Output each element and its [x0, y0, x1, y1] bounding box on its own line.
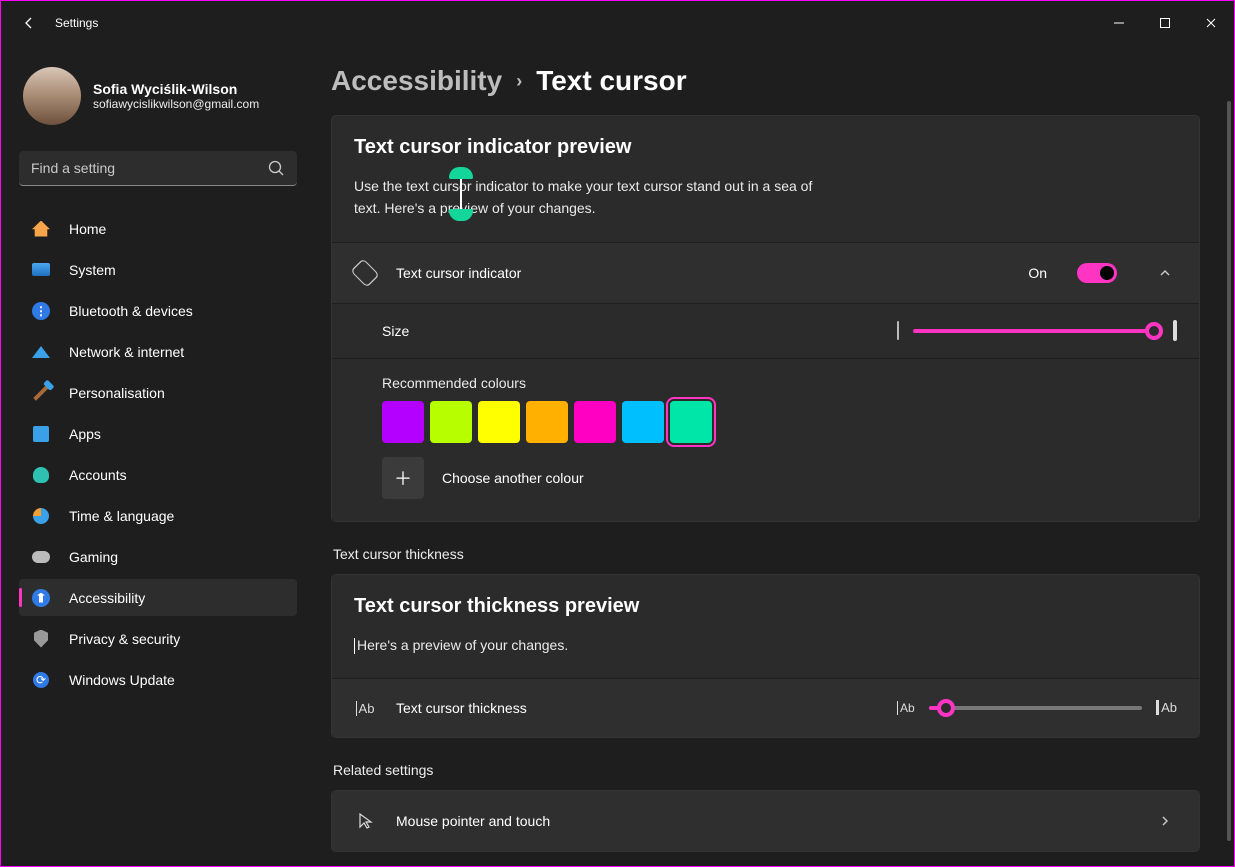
indicator-label: Text cursor indicator — [396, 265, 1008, 281]
thickness-section-title: Text cursor thickness — [333, 546, 1200, 562]
game-icon — [31, 547, 51, 567]
nav-label: Network & internet — [69, 344, 184, 360]
related-title: Related settings — [333, 762, 1200, 778]
indicator-state-text: On — [1028, 265, 1047, 281]
size-max-icon — [1173, 322, 1177, 340]
indicator-toggle-row[interactable]: Text cursor indicator On — [332, 243, 1199, 303]
search-icon — [267, 159, 285, 177]
thickness-row: Ab Text cursor thickness Ab Ab — [332, 679, 1199, 737]
minimize-button[interactable] — [1096, 8, 1142, 38]
titlebar: Settings — [1, 1, 1234, 45]
nav-label: Accessibility — [69, 590, 145, 606]
related-item-label: Mouse pointer and touch — [396, 813, 1117, 829]
choose-another-label: Choose another colour — [442, 470, 584, 486]
nav-label: Accounts — [69, 467, 127, 483]
colour-swatch[interactable] — [670, 401, 712, 443]
nav-item-network-internet[interactable]: Network & internet — [19, 333, 297, 370]
nav-item-accessibility[interactable]: Accessibility — [19, 579, 297, 616]
chevron-right-icon — [1153, 809, 1177, 833]
maximize-button[interactable] — [1142, 8, 1188, 38]
related-mouse-pointer[interactable]: Mouse pointer and touch — [332, 791, 1199, 851]
indicator-preview-card: Text cursor indicator preview Use the te… — [332, 116, 1199, 242]
colour-swatch[interactable] — [574, 401, 616, 443]
user-name: Sofia Wyciślik-Wilson — [93, 81, 259, 97]
thickness-min-icon: Ab — [897, 699, 915, 717]
thickness-slider[interactable] — [929, 706, 1142, 710]
cursor-indicator-icon — [354, 262, 376, 284]
colour-swatch[interactable] — [478, 401, 520, 443]
home-icon — [31, 219, 51, 239]
thickness-label: Text cursor thickness — [396, 700, 877, 716]
colour-swatch[interactable] — [430, 401, 472, 443]
nav-item-gaming[interactable]: Gaming — [19, 538, 297, 575]
colour-swatch[interactable] — [526, 401, 568, 443]
back-button[interactable] — [19, 13, 39, 33]
colours-label: Recommended colours — [382, 375, 1177, 391]
size-slider[interactable] — [913, 329, 1159, 333]
sidebar: Sofia Wyciślik-Wilson sofiawycislikwilso… — [1, 45, 311, 866]
colour-swatch[interactable] — [382, 401, 424, 443]
size-label: Size — [382, 323, 877, 339]
nav-item-windows-update[interactable]: Windows Update — [19, 661, 297, 698]
nav-label: Gaming — [69, 549, 118, 565]
breadcrumb: Accessibility › Text cursor — [331, 65, 1200, 97]
thickness-preview-card: Text cursor thickness preview Here's a p… — [332, 575, 1199, 678]
nav-list: Home System ⋮ Bluetooth & devices Network & … — [19, 210, 297, 698]
nav-item-time-language[interactable]: Time & language — [19, 497, 297, 534]
wifi-icon — [31, 342, 51, 362]
nav-item-system[interactable]: System — [19, 251, 297, 288]
indicator-toggle[interactable] — [1077, 263, 1117, 283]
bluetooth-icon: ⋮ — [31, 301, 51, 321]
plus-icon: ＋ — [382, 457, 424, 499]
nav-label: Privacy & security — [69, 631, 180, 647]
close-button[interactable] — [1188, 8, 1234, 38]
choose-another-colour[interactable]: ＋ Choose another colour — [382, 457, 1177, 499]
nav-label: Time & language — [69, 508, 174, 524]
indicator-preview-body: Use the text cursor indicator to make yo… — [354, 175, 814, 220]
access-icon — [31, 588, 51, 608]
thickness-preview-body: Here's a preview of your changes. — [354, 634, 814, 656]
main-content: Accessibility › Text cursor Text cursor … — [331, 65, 1206, 866]
size-min-icon — [897, 322, 899, 340]
apps-icon — [31, 424, 51, 444]
brush-icon — [31, 383, 51, 403]
thickness-icon: Ab — [354, 697, 376, 719]
window-title: Settings — [55, 16, 98, 30]
user-profile[interactable]: Sofia Wyciślik-Wilson sofiawycislikwilso… — [19, 63, 297, 129]
nav-label: Windows Update — [69, 672, 175, 688]
avatar — [23, 67, 81, 125]
colour-swatches — [382, 401, 1177, 443]
nav-label: System — [69, 262, 116, 278]
nav-item-personalisation[interactable]: Personalisation — [19, 374, 297, 411]
breadcrumb-parent[interactable]: Accessibility — [331, 65, 502, 97]
nav-label: Personalisation — [69, 385, 165, 401]
nav-label: Home — [69, 221, 106, 237]
nav-item-bluetooth-devices[interactable]: ⋮ Bluetooth & devices — [19, 292, 297, 329]
user-email: sofiawycislikwilson@gmail.com — [93, 97, 259, 111]
sync-icon — [31, 670, 51, 690]
user-icon — [31, 465, 51, 485]
chevron-right-icon: › — [516, 71, 522, 92]
shield-icon — [31, 629, 51, 649]
collapse-button[interactable] — [1153, 261, 1177, 285]
monitor-icon — [31, 260, 51, 280]
clock-icon — [31, 506, 51, 526]
colours-block: Recommended colours ＋ Choose another col… — [332, 359, 1199, 521]
nav-item-apps[interactable]: Apps — [19, 415, 297, 452]
thickness-max-icon: Ab — [1156, 699, 1177, 717]
nav-label: Bluetooth & devices — [69, 303, 193, 319]
indicator-preview-title: Text cursor indicator preview — [354, 136, 1177, 159]
thickness-preview-title: Text cursor thickness preview — [354, 595, 1177, 618]
colour-swatch[interactable] — [622, 401, 664, 443]
search-box[interactable] — [19, 151, 297, 186]
breadcrumb-current: Text cursor — [536, 65, 686, 97]
scrollbar[interactable] — [1227, 101, 1231, 841]
search-input[interactable] — [19, 151, 297, 186]
nav-item-privacy-security[interactable]: Privacy & security — [19, 620, 297, 657]
pointer-icon — [354, 810, 376, 832]
nav-label: Apps — [69, 426, 101, 442]
size-row: Size — [332, 304, 1199, 358]
nav-item-accounts[interactable]: Accounts — [19, 456, 297, 493]
nav-item-home[interactable]: Home — [19, 210, 297, 247]
